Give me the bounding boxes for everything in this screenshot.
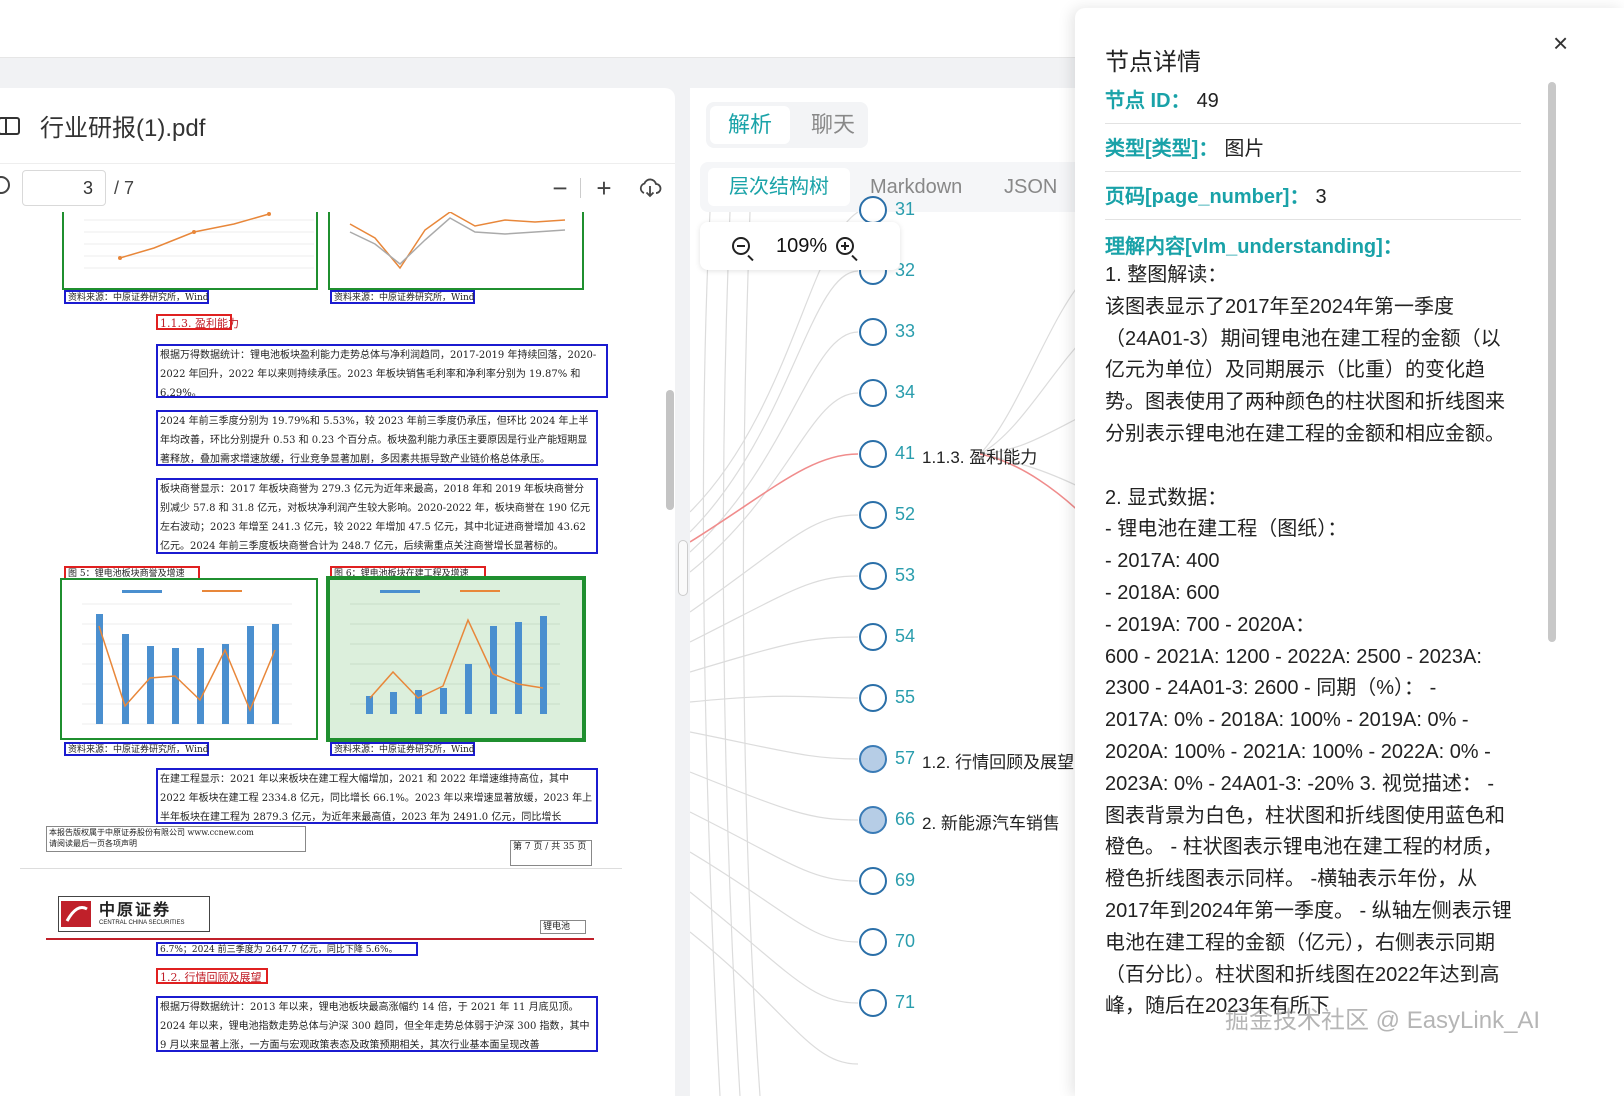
caption-box[interactable]: 资料来源：中原证券研究所，Wind — [330, 742, 475, 756]
line-chart-figure — [349, 212, 566, 270]
tree-node[interactable] — [859, 501, 887, 529]
zoom-in-button[interactable]: + — [590, 173, 618, 203]
close-icon[interactable]: × — [1553, 28, 1568, 59]
tree-node[interactable] — [859, 623, 887, 651]
tree-node-id: 53 — [895, 565, 916, 585]
drawer-scrollbar[interactable] — [1548, 82, 1556, 642]
footer-box[interactable]: 本报告版权属于中原证券股份有限公司 www.ccnew.com 请阅读最后一页各… — [46, 826, 306, 852]
caption-box[interactable]: 资料来源：中原证券研究所，Wind — [330, 290, 475, 304]
zoom-out-button[interactable]: − — [546, 173, 574, 203]
page-number-input[interactable]: 3 — [22, 170, 106, 206]
tree-node-id: 33 — [895, 321, 916, 341]
field-vlm-content: 1. 整图解读： 该图表显示了2017年至2024年第一季度（24A01-3）期… — [1105, 264, 1512, 1018]
tree-zoom-control: 109% — [700, 222, 900, 270]
tree-node[interactable] — [859, 318, 887, 346]
tab-hierarchy-tree[interactable]: 层次结构树 — [708, 168, 850, 206]
tree-node-id: 41 — [895, 443, 916, 463]
node-detail-drawer: × 节点详情 节点 ID： 49 类型[类型]： 图片 页码[page_number… — [1075, 8, 1624, 1096]
field-type: 类型[类型]： 图片 — [1105, 132, 1521, 172]
figure-box[interactable] — [60, 578, 318, 740]
pdf-page-canvas: 资料来源：中原证券研究所，Wind 资料来源：中原证券研究所，Wind 1.1.… — [0, 212, 660, 1096]
line-chart-figure — [84, 212, 314, 269]
tree-node[interactable] — [859, 806, 887, 834]
pdf-file-title: 行业研报(1).pdf — [40, 115, 206, 142]
text-block-box[interactable]: 根据万得数据统计：锂电池板块盈利能力走势总体与净利润趋同，2017-2019 年… — [156, 344, 608, 398]
tree-node-id: 57 — [895, 748, 916, 768]
sidebar-toggle-icon[interactable] — [0, 116, 20, 135]
tab-json[interactable]: JSON — [1004, 168, 1057, 206]
tree-node-label[interactable]: 1.1.3. 盈利能力 — [922, 443, 1037, 468]
figure-box[interactable] — [62, 212, 318, 290]
industry-tag[interactable]: 锂电池 — [540, 920, 586, 934]
tree-node-id: 69 — [895, 870, 916, 890]
page-total: / 7 — [114, 178, 135, 198]
company-logo: 中原证券 CENTRAL CHINA SECURITIES — [58, 896, 210, 932]
tree-node-label[interactable]: 2. 新能源汽车销售 — [922, 809, 1060, 834]
tree-edges — [690, 212, 1090, 1096]
pdf-header: 行业研报(1).pdf — [0, 88, 675, 164]
drawer-title: 节点详情 — [1105, 49, 1201, 76]
tree-node[interactable] — [859, 989, 887, 1017]
section-box[interactable]: 1.2. 行情回顾及展望 — [156, 968, 268, 984]
tree-node-id: 54 — [895, 626, 916, 646]
logo-mark-icon — [61, 901, 91, 927]
parse-panel: 解析 聊天 层次结构树 Markdown JSON 31 32 33 34 41… — [690, 88, 1090, 1096]
tree-node[interactable] — [859, 562, 887, 590]
field-vlm-label: 理解内容[vlm_understanding]： — [1105, 236, 1403, 258]
figure-box-selected[interactable] — [326, 576, 586, 742]
text-block-box[interactable]: 板块商誉显示：2017 年板块商誉为 279.3 亿元为近年来最高，2018 年… — [156, 478, 598, 554]
zoom-in-icon[interactable] — [836, 237, 854, 255]
field-node-id: 节点 ID： 49 — [1105, 84, 1521, 124]
tree-zoom-level: 109% — [776, 234, 828, 257]
tree-node[interactable] — [859, 379, 887, 407]
pdf-viewer-panel: 行业研报(1).pdf 3 / 7 − + 资料来源：中原证券研究所，Wind — [0, 88, 675, 1096]
download-icon[interactable] — [636, 174, 664, 202]
watermark: 掘金技术社区 @ EasyLink_AI — [1225, 1007, 1541, 1034]
field-page-number: 页码[page_number]： 3 — [1105, 180, 1521, 220]
tree-node-id: 70 — [895, 931, 916, 951]
tree-node[interactable] — [859, 867, 887, 895]
text-block-box[interactable]: 在建工程显示：2021 年以来板块在建工程大幅增加，2021 和 2022 年增… — [156, 768, 598, 824]
page-footer-box[interactable]: 第 7 页 / 共 35 页 — [510, 840, 592, 866]
bar-chart-figure — [350, 590, 560, 714]
bar-chart-figure — [82, 590, 292, 725]
caption-box[interactable]: 资料来源：中原证券研究所，Wind — [64, 742, 209, 756]
caption-box[interactable]: 资料来源：中原证券研究所，Wind — [64, 290, 209, 304]
text-block-box[interactable]: 2024 年前三季度分别为 19.79%和 5.53%，较 2023 年前三季度… — [156, 410, 598, 466]
zoom-out-icon[interactable] — [732, 237, 750, 255]
tree-node[interactable] — [859, 745, 887, 773]
pdf-scrollbar[interactable] — [666, 390, 674, 510]
section-box[interactable]: 1.1.3. 盈利能力 — [156, 314, 239, 330]
search-icon[interactable] — [0, 176, 10, 194]
figure-box[interactable] — [328, 212, 584, 290]
panel-resize-handle[interactable] — [678, 540, 688, 596]
tree-node-id: 66 — [895, 809, 916, 829]
toolbar-divider — [580, 178, 581, 198]
header-rule — [46, 938, 594, 940]
text-block-box[interactable]: 6.7%；2024 前三季度为 2647.7 亿元，同比下降 5.6%。 — [156, 942, 418, 956]
tree-node[interactable] — [859, 440, 887, 468]
tab-parse[interactable]: 解析 — [710, 106, 790, 144]
tree-node[interactable] — [859, 928, 887, 956]
pdf-toolbar: 3 / 7 − + — [0, 164, 675, 212]
page-divider — [20, 868, 622, 869]
tree-node-id: 31 — [895, 199, 916, 219]
tab-chat[interactable]: 聊天 — [800, 106, 866, 144]
tree-node-id: 52 — [895, 504, 916, 524]
tree-node-id: 71 — [895, 992, 916, 1012]
tree-node-label[interactable]: 1.2. 行情回顾及展望 — [922, 748, 1074, 773]
mode-switch: 解析 聊天 — [706, 102, 868, 148]
tree-node-id: 34 — [895, 382, 916, 402]
text-block-box[interactable]: 根据万得数据统计：2013 年以来，锂电池板块最高涨幅约 14 倍，于 2021… — [156, 996, 598, 1052]
tree-node[interactable] — [859, 196, 887, 224]
tree-node[interactable] — [859, 684, 887, 712]
tree-node-id: 55 — [895, 687, 916, 707]
